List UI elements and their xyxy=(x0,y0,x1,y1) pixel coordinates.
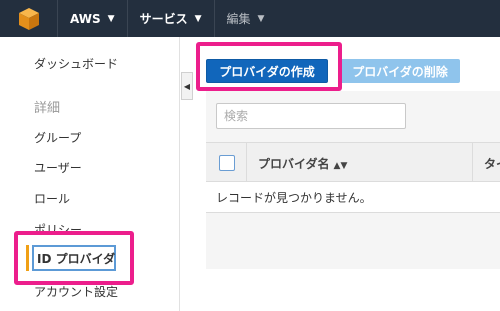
column-divider xyxy=(472,143,473,183)
table-header: プロバイダ名▲▼ タイ xyxy=(206,142,500,183)
services-label: サービス xyxy=(139,12,188,26)
aws-logo[interactable] xyxy=(0,0,58,37)
chevron-left-icon: ◀ xyxy=(183,81,191,91)
top-nav-bar: AWS ▼ サービス ▼ 編集 ▼ xyxy=(0,0,500,37)
sidebar-item-dashboard[interactable]: ダッシュボード xyxy=(34,55,118,72)
providers-table-panel: プロバイダ名▲▼ タイ レコードが見つかりません。 xyxy=(206,91,500,269)
sidebar-collapse-handle[interactable]: ◀ xyxy=(181,72,193,100)
sidebar: ダッシュボード 詳細 グループ ユーザー ロール ポリシー ID プロバイダ ア… xyxy=(0,37,180,311)
account-menu[interactable]: AWS ▼ xyxy=(58,0,128,37)
delete-provider-button: プロバイダの削除 xyxy=(340,59,460,83)
column-header-provider-name[interactable]: プロバイダ名 ▲▼ xyxy=(258,155,347,172)
highlight-annotation xyxy=(14,231,134,285)
main-content: プロバイダの作成 プロバイダの削除 プロバイダ名▲▼ タイ レコードが見つかりま… xyxy=(194,37,500,311)
account-label: AWS xyxy=(70,11,101,26)
column-header-type[interactable]: タイ xyxy=(484,155,500,172)
empty-table-message: レコードが見つかりません。 xyxy=(206,182,500,213)
sidebar-item-groups[interactable]: グループ xyxy=(34,129,81,146)
chevron-down-icon: ▼ xyxy=(107,13,115,24)
sidebar-item-account-settings[interactable]: アカウント設定 xyxy=(34,283,118,300)
column-header-label: タイ xyxy=(484,157,500,171)
edit-menu[interactable]: 編集 ▼ xyxy=(215,0,277,37)
sidebar-item-users[interactable]: ユーザー xyxy=(34,159,82,176)
sort-icon: ▲▼ xyxy=(333,161,348,171)
sidebar-heading-details: 詳細 xyxy=(34,101,61,116)
chevron-down-icon: ▼ xyxy=(194,13,202,24)
column-header-label: プロバイダ名 xyxy=(258,157,330,171)
column-divider xyxy=(246,143,247,183)
aws-cube-icon xyxy=(18,7,39,30)
highlight-annotation xyxy=(196,42,342,91)
search-input[interactable] xyxy=(216,103,406,129)
chevron-down-icon: ▼ xyxy=(257,13,265,24)
select-all-checkbox[interactable] xyxy=(219,155,235,171)
edit-label: 編集 xyxy=(226,12,251,26)
sidebar-item-roles[interactable]: ロール xyxy=(34,190,70,207)
services-menu[interactable]: サービス ▼ xyxy=(128,0,215,37)
